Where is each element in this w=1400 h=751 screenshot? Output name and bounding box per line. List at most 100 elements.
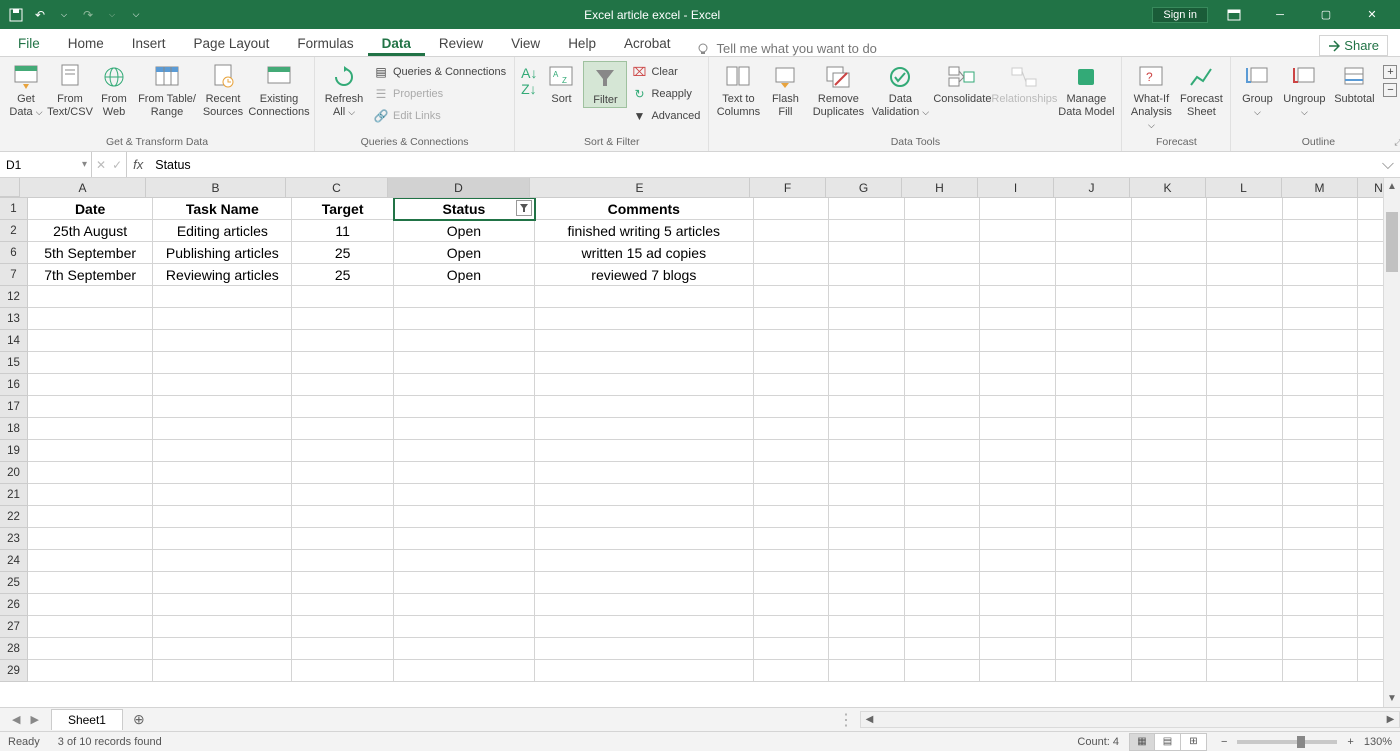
cell[interactable] [980, 286, 1056, 308]
cell[interactable] [1132, 374, 1208, 396]
cell[interactable]: Task Name [153, 198, 292, 220]
cell[interactable] [1207, 396, 1283, 418]
cell[interactable] [535, 308, 754, 330]
from-web-button[interactable]: From Web [92, 61, 136, 119]
cell[interactable] [394, 330, 535, 352]
select-all-corner[interactable] [0, 178, 20, 197]
hide-detail-icon[interactable]: − [1383, 83, 1397, 97]
name-box[interactable]: D1▾ [0, 152, 92, 177]
cell[interactable] [980, 462, 1056, 484]
row-header[interactable]: 24 [0, 550, 28, 572]
cell[interactable] [292, 374, 393, 396]
cell[interactable] [28, 418, 153, 440]
column-header-I[interactable]: I [978, 178, 1054, 197]
cell[interactable]: Open [394, 242, 535, 264]
name-box-dropdown-icon[interactable]: ▾ [82, 159, 87, 170]
cell[interactable] [535, 396, 754, 418]
redo-icon[interactable]: ↷ [80, 7, 96, 23]
column-header-C[interactable]: C [286, 178, 388, 197]
cell[interactable] [905, 352, 981, 374]
cell[interactable] [829, 550, 905, 572]
cell[interactable] [1207, 462, 1283, 484]
row-header[interactable]: 19 [0, 440, 28, 462]
column-header-F[interactable]: F [750, 178, 826, 197]
cell[interactable] [153, 484, 292, 506]
cell[interactable] [1283, 462, 1359, 484]
cell[interactable] [754, 506, 830, 528]
cell[interactable] [28, 594, 153, 616]
cell[interactable] [1132, 660, 1208, 682]
row-header[interactable]: 14 [0, 330, 28, 352]
cell[interactable] [905, 638, 981, 660]
cell[interactable] [1132, 528, 1208, 550]
cell[interactable] [535, 440, 754, 462]
cell[interactable] [1283, 616, 1359, 638]
row-header[interactable]: 28 [0, 638, 28, 660]
share-button[interactable]: Share [1319, 35, 1388, 56]
cell[interactable] [1207, 528, 1283, 550]
cell[interactable] [754, 462, 830, 484]
cell[interactable] [1132, 396, 1208, 418]
relationships-button[interactable]: Relationships [993, 61, 1055, 106]
cell[interactable] [1056, 594, 1132, 616]
cell[interactable] [1056, 550, 1132, 572]
cell[interactable] [1132, 308, 1208, 330]
cell[interactable] [1207, 594, 1283, 616]
cell[interactable] [292, 506, 393, 528]
cell[interactable] [829, 462, 905, 484]
cell[interactable] [905, 374, 981, 396]
cell[interactable] [754, 528, 830, 550]
cell[interactable] [1132, 286, 1208, 308]
cell[interactable] [829, 660, 905, 682]
cell[interactable] [1207, 506, 1283, 528]
cell[interactable] [754, 308, 830, 330]
cell[interactable]: Status [394, 198, 535, 220]
cell[interactable] [1207, 308, 1283, 330]
sort-asc-icon[interactable]: A↓ [521, 65, 537, 81]
cell[interactable] [829, 484, 905, 506]
cell[interactable] [153, 528, 292, 550]
cell[interactable] [980, 220, 1056, 242]
expand-formula-bar-icon[interactable]: ⌵ [1376, 152, 1400, 177]
vertical-scrollbar[interactable]: ▲ ▼ [1383, 178, 1400, 707]
cell[interactable]: Target [292, 198, 393, 220]
cell[interactable] [535, 462, 754, 484]
cell[interactable] [535, 352, 754, 374]
row-header[interactable]: 6 [0, 242, 28, 264]
what-if-button[interactable]: ?What-If Analysis ⌵ [1126, 61, 1176, 133]
cell[interactable]: 5th September [28, 242, 153, 264]
row-header[interactable]: 22 [0, 506, 28, 528]
zoom-in-button[interactable]: + [1343, 736, 1357, 748]
cell[interactable] [829, 594, 905, 616]
column-header-E[interactable]: E [530, 178, 750, 197]
cell[interactable]: reviewed 7 blogs [535, 264, 754, 286]
cell[interactable] [754, 616, 830, 638]
cell[interactable] [980, 484, 1056, 506]
cell[interactable] [292, 396, 393, 418]
cell[interactable] [905, 396, 981, 418]
cell[interactable] [1056, 286, 1132, 308]
cell[interactable] [153, 638, 292, 660]
cell[interactable]: 11 [292, 220, 393, 242]
row-header[interactable]: 27 [0, 616, 28, 638]
cell[interactable] [153, 396, 292, 418]
cell[interactable] [1132, 242, 1208, 264]
cell[interactable] [980, 264, 1056, 286]
cell[interactable] [1056, 506, 1132, 528]
cell[interactable]: Comments [535, 198, 754, 220]
cell[interactable] [1207, 616, 1283, 638]
cell[interactable] [153, 352, 292, 374]
cell[interactable] [980, 528, 1056, 550]
cell[interactable] [394, 484, 535, 506]
cell[interactable] [829, 242, 905, 264]
cell[interactable]: Open [394, 220, 535, 242]
cell[interactable] [754, 418, 830, 440]
formula-input[interactable] [149, 152, 1376, 177]
cell[interactable] [829, 198, 905, 220]
cell[interactable] [1056, 374, 1132, 396]
cell[interactable] [394, 440, 535, 462]
cell[interactable] [1056, 198, 1132, 220]
cell[interactable] [1207, 484, 1283, 506]
horizontal-scrollbar[interactable]: ◀ ▶ [860, 711, 1400, 728]
remove-duplicates-button[interactable]: Remove Duplicates [807, 61, 869, 119]
